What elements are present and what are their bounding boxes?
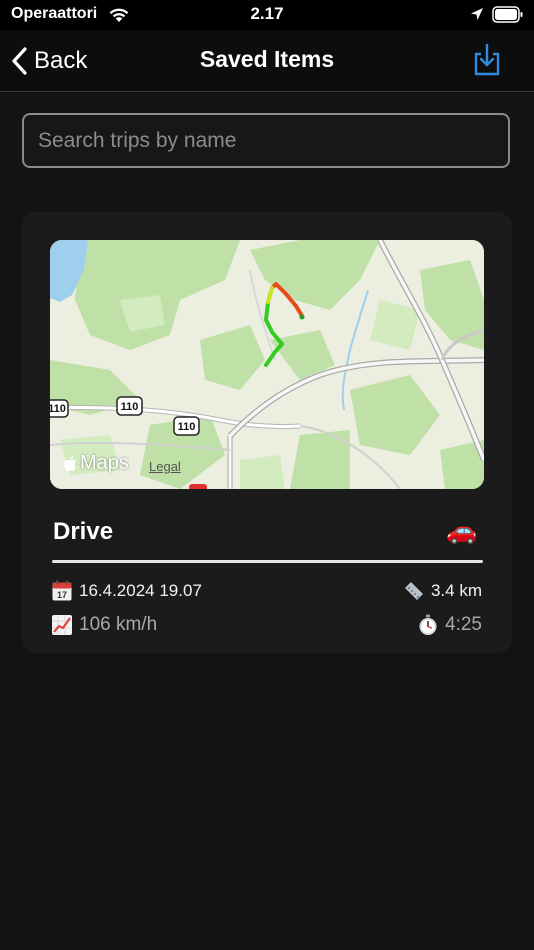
stopwatch-icon (419, 614, 437, 635)
trip-speed-row: 106 km/h (51, 614, 157, 636)
trip-duration: 4:25 (445, 614, 482, 635)
calendar-icon: 17 (52, 580, 72, 601)
trip-date-row: 17 16.4.2024 19.07 (51, 580, 202, 602)
status-time: 2.17 (250, 4, 284, 23)
road-label: 110 (50, 403, 66, 415)
navigation-bar: Back Saved Items (0, 30, 534, 92)
download-tray-icon[interactable] (472, 43, 502, 77)
road-label: 110 (121, 401, 139, 413)
legal-link[interactable]: Legal (149, 459, 181, 474)
maps-brand-label: Maps (80, 452, 129, 474)
car-icon: 🚗 (446, 517, 478, 545)
trip-date: 16.4.2024 19.07 (79, 581, 202, 600)
trip-name: Drive (53, 518, 114, 545)
ruler-icon (404, 582, 423, 600)
trip-distance-row: 3.4 km (403, 580, 482, 602)
trip-duration-row: 4:25 (417, 614, 482, 636)
trip-card[interactable]: 110 110 110 Maps Legal Drive 🚗 17 16.4.2… (22, 212, 512, 653)
divider (52, 560, 483, 563)
apple-maps-logo: Maps (64, 452, 129, 475)
chart-increasing-icon (52, 615, 72, 635)
trip-distance: 3.4 km (430, 581, 482, 600)
trip-max-speed: 106 km/h (79, 614, 158, 635)
svg-text:17: 17 (57, 590, 67, 600)
page-title: Saved Items (199, 46, 335, 72)
search-input[interactable] (22, 113, 510, 168)
status-bar: Operaattori 2.17 (0, 0, 534, 30)
battery-icon (492, 6, 523, 23)
road-label: 110 (178, 421, 196, 433)
location-arrow-icon (471, 8, 483, 20)
trip-map[interactable]: 110 110 110 Maps Legal (50, 240, 484, 489)
apple-icon (64, 456, 77, 472)
saved-items-content: 110 110 110 Maps Legal Drive 🚗 (0, 92, 534, 950)
